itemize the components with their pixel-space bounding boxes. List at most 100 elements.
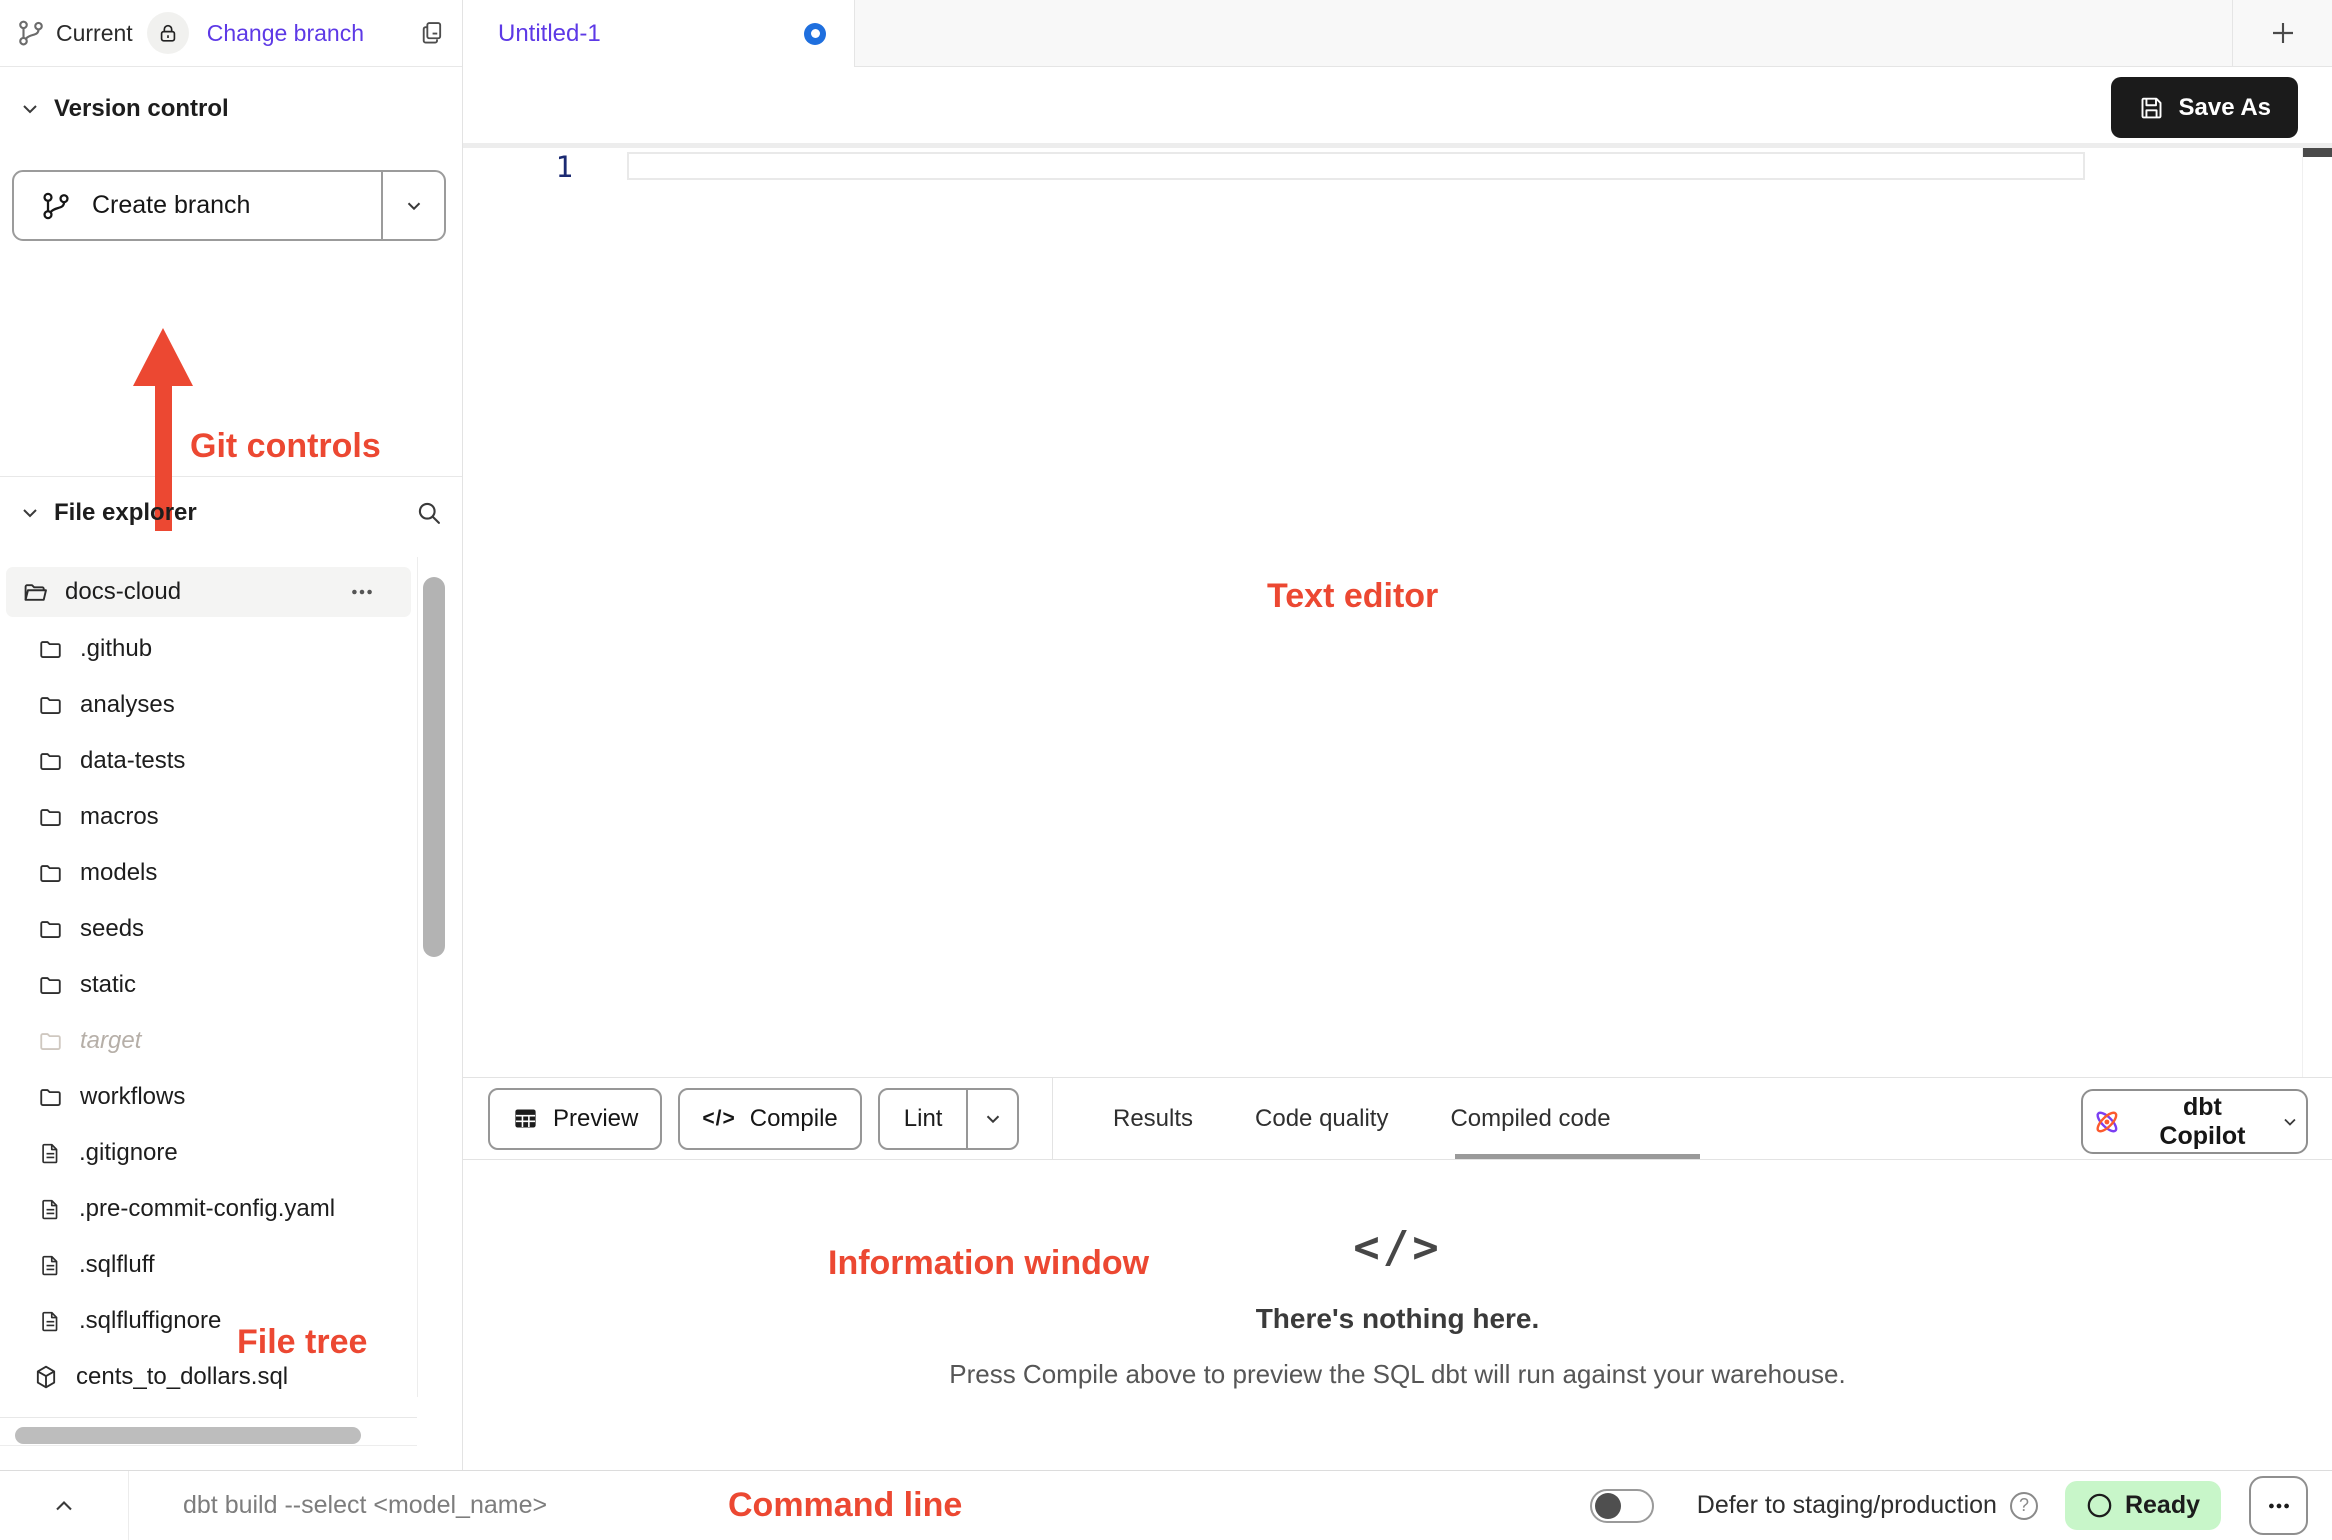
ellipsis-icon [2266,1493,2292,1519]
save-as-label: Save As [2178,94,2271,122]
preview-button[interactable]: Preview [488,1088,662,1150]
file-tree-item[interactable]: workflows [0,1069,417,1125]
file-name: .sqlfluff [79,1251,155,1279]
command-input[interactable] [181,1490,651,1521]
more-options-button[interactable] [2249,1476,2308,1535]
file-tree-item-disabled[interactable]: target [0,1013,417,1069]
chevron-down-icon [403,195,425,217]
tab-code-quality[interactable]: Code quality [1255,1105,1388,1133]
editor-scroll-track [2302,148,2303,1077]
file-explorer-title: File explorer [54,499,197,527]
lint-dropdown[interactable] [966,1090,1017,1148]
folder-icon [38,1028,64,1054]
file-icon [38,1197,63,1222]
file-name: static [80,971,136,999]
dbt-copilot-button[interactable]: dbt Copilot [2081,1089,2308,1154]
question-glyph: ? [2019,1495,2029,1516]
kebab-menu-icon[interactable] [349,579,375,605]
folder-icon [38,636,64,662]
file-tree: docs-cloud .github analyses data-tests [0,565,417,1405]
editor-tab-bar: Untitled-1 [463,0,2332,67]
dbt-copilot-label: dbt Copilot [2137,1093,2268,1151]
tab-results[interactable]: Results [1113,1105,1193,1133]
empty-state-subtitle: Press Compile above to preview the SQL d… [463,1359,2332,1390]
file-tree-item[interactable]: .sqlfluff [0,1237,417,1293]
sidebar: Current Change branch Version control [0,0,463,1470]
file-tree-item[interactable]: .github [0,621,417,677]
tab-compiled-code[interactable]: Compiled code [1450,1105,1610,1133]
toggle-knob [1595,1493,1621,1519]
lint-button[interactable]: Lint [880,1090,967,1148]
new-tab-button[interactable] [2232,0,2332,67]
change-branch-link[interactable]: Change branch [207,20,364,47]
command-bar-right: Defer to staging/production ? Ready [1590,1476,2332,1535]
create-branch-button[interactable]: Create branch [12,170,446,241]
file-tree-item[interactable]: models [0,845,417,901]
model-cube-icon [32,1363,60,1391]
save-as-button[interactable]: Save As [2111,77,2298,138]
git-controls-arrow [133,328,193,386]
file-icon [38,1309,63,1334]
main-area: Untitled-1 Save As 1 Text editor Preview [463,0,2332,1470]
code-icon: </> [463,1222,2332,1273]
search-icon[interactable] [415,499,443,527]
editor-active-line[interactable] [627,152,2085,180]
chevron-down-icon[interactable] [20,99,40,119]
unsaved-changes-dot [804,23,826,45]
lint-label: Lint [904,1105,943,1133]
editor-scrollbar[interactable] [2303,148,2332,157]
folder-icon [38,860,64,886]
file-name: macros [80,803,159,831]
copy-branch-icon[interactable] [418,19,446,47]
annotation-information-window: Information window [828,1244,1149,1283]
defer-toggle[interactable] [1590,1489,1654,1523]
folder-icon [38,972,64,998]
divider [0,1445,417,1446]
file-tree-item[interactable]: macros [0,789,417,845]
file-tree-hscrollbar[interactable] [15,1427,361,1444]
file-name: models [80,859,157,887]
folder-open-icon [22,579,49,606]
command-bar: Command line Defer to staging/production… [0,1470,2332,1540]
expand-command-panel-button[interactable] [0,1471,129,1540]
folder-icon [38,692,64,718]
file-tree-item[interactable]: data-tests [0,733,417,789]
chevron-up-icon [50,1492,78,1520]
current-branch-label: Current [56,20,133,47]
help-icon[interactable]: ? [2010,1492,2038,1520]
file-name: .sqlfluffignore [79,1307,221,1335]
active-tab-underline [1455,1154,1700,1159]
lock-icon [157,22,179,44]
divider [463,143,2332,148]
divider [0,1417,417,1418]
compile-label: Compile [750,1105,838,1133]
branch-locked-indicator [147,12,189,54]
chevron-down-icon[interactable] [20,503,40,523]
code-icon: </> [702,1107,735,1131]
create-branch-dropdown[interactable] [381,172,444,239]
bottom-toolbar: Preview </> Compile Lint Results Code qu… [463,1077,2332,1160]
folder-icon [38,916,64,942]
file-name: data-tests [80,747,185,775]
file-tree-item[interactable]: seeds [0,901,417,957]
compile-button[interactable]: </> Compile [678,1088,861,1150]
file-name: seeds [80,915,144,943]
file-tree-item[interactable]: .pre-commit-config.yaml [0,1181,417,1237]
file-icon [38,1141,63,1166]
status-circle-icon [2086,1492,2113,1519]
tab-untitled-1[interactable]: Untitled-1 [463,0,855,67]
git-branch-icon [16,18,46,48]
info-window-empty-state: </> There's nothing here. Press Compile … [463,1160,2332,1390]
tab-bar-empty-space [855,0,2232,67]
annotation-git-controls: Git controls [190,427,381,466]
file-tree-scrollbar[interactable] [423,577,445,957]
folder-icon [38,1084,64,1110]
git-branch-icon [40,190,72,222]
file-tree-root[interactable]: docs-cloud [6,567,411,617]
file-icon [38,1253,63,1278]
file-tree-root-label: docs-cloud [65,578,181,606]
file-tree-item[interactable]: analyses [0,677,417,733]
file-tree-item[interactable]: .gitignore [0,1125,417,1181]
file-tree-item[interactable]: static [0,957,417,1013]
info-window-tabs: Results Code quality Compiled code [1113,1078,1611,1159]
